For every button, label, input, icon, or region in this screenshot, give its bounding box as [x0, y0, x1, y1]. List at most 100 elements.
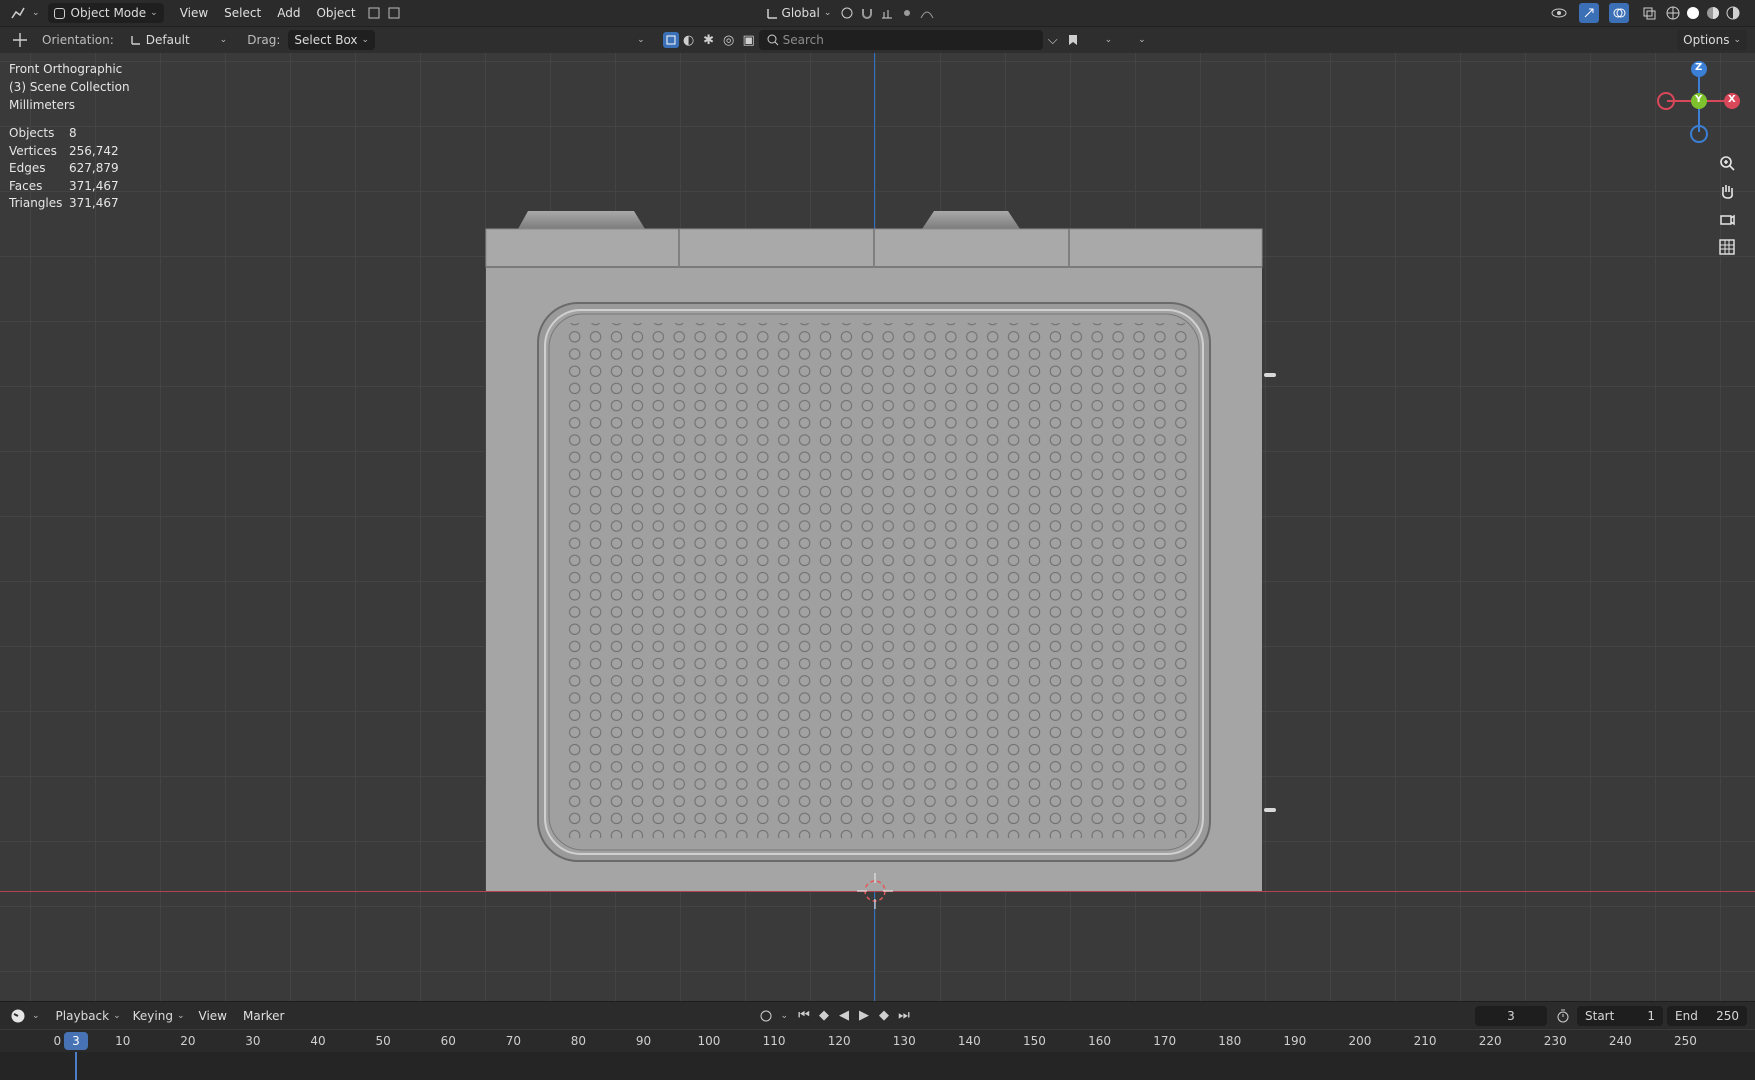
ruler-tick-label: 130 — [892, 1034, 916, 1048]
ruler-tick-label: 90 — [635, 1034, 652, 1048]
jump-start-icon[interactable]: ⏮ — [794, 1006, 814, 1026]
play-reverse-icon[interactable]: ◀ — [834, 1006, 854, 1026]
keying-label: Keying — [132, 1008, 173, 1023]
falloff-curve-icon[interactable] — [917, 3, 937, 23]
chevron-down-icon: ⌄ — [823, 8, 832, 18]
editor-type-chevron-icon[interactable]: ⌄ — [32, 8, 40, 18]
chevron-down-icon: ⌄ — [113, 1010, 121, 1021]
drag-dropdown[interactable]: Select Box ⌄ — [288, 30, 376, 50]
start-frame-field[interactable]: Start 1 — [1577, 1005, 1663, 1026]
navigation-gizmo[interactable]: Z Y X — [1654, 56, 1744, 146]
menu-add[interactable]: Add — [269, 6, 308, 20]
gizmo-y-label: Y — [1695, 94, 1703, 105]
chevron-down-icon[interactable]: ⌄ — [1105, 35, 1113, 45]
object-type-other-icon[interactable]: ▣ — [739, 30, 759, 50]
orientation-label: Global — [781, 6, 820, 20]
orientation-dropdown[interactable]: Default ⌄ — [120, 30, 233, 50]
prev-keyframe-icon[interactable]: ◆ — [814, 1006, 834, 1026]
auto-keying-icon[interactable] — [756, 1006, 776, 1026]
ruler-tick-label: 220 — [1478, 1034, 1502, 1048]
mesh-object[interactable] — [0, 53, 1755, 1001]
menu-select[interactable]: Select — [216, 6, 269, 20]
options-dropdown[interactable]: Options ⌄ — [1677, 30, 1747, 50]
ruler-tick-label: 20 — [180, 1034, 196, 1048]
object-type-camera-icon[interactable]: ◎ — [719, 30, 739, 50]
material-shading-icon[interactable] — [1703, 3, 1723, 23]
end-value: 250 — [1716, 1008, 1739, 1023]
editor-type-icon[interactable] — [8, 3, 28, 23]
ruler-ticks: 0 10 20 30 40 50 60 70 80 90 100 110 120 130 140 150 160… — [0, 1030, 1755, 1052]
chevron-down-icon: ⌄ — [219, 35, 228, 45]
gizmo-z-label: Z — [1695, 62, 1703, 73]
rendered-shading-icon[interactable] — [1723, 3, 1743, 23]
drag-label: Drag: — [247, 33, 281, 47]
menu-keying[interactable]: Keying ⌄ — [127, 1006, 191, 1026]
chevron-down-icon[interactable]: ⌄ — [780, 1011, 788, 1021]
gizmo-toggle-icon[interactable] — [1579, 3, 1599, 23]
snap-magnet-icon[interactable] — [857, 3, 877, 23]
pan-hand-icon[interactable] — [1714, 177, 1740, 205]
visibility-eye-icon[interactable] — [1549, 3, 1569, 23]
clock-editor-icon[interactable] — [8, 1006, 28, 1026]
chevron-down-icon[interactable]: ⌄ — [1138, 35, 1146, 45]
current-frame-field[interactable]: 3 — [1475, 1005, 1547, 1026]
snap-target-icon[interactable] — [877, 3, 897, 23]
pivot-point-icon[interactable] — [837, 3, 857, 23]
filter-chevron-icon[interactable]: ⌄ — [637, 35, 645, 45]
viewport-header: ⌄ Object Mode ⌄ View Select Add Object G… — [0, 0, 1755, 27]
overlays-toggle-icon[interactable] — [1609, 3, 1629, 23]
xray-toggle-icon[interactable] — [1639, 3, 1659, 23]
ruler-tick-label: 150 — [1023, 1034, 1046, 1048]
camera-view-icon[interactable] — [1714, 205, 1740, 233]
gizmo-x-label: X — [1728, 94, 1736, 105]
bookmark-icon[interactable] — [1063, 30, 1083, 50]
snap-settings-icon[interactable] — [384, 3, 404, 23]
viewport-nav-buttons — [1714, 149, 1740, 261]
jump-end-icon[interactable]: ⏭ — [894, 1006, 914, 1026]
drag-value: Select Box — [294, 33, 358, 47]
filter-icon[interactable]: ⌵ — [1043, 30, 1063, 50]
chevron-down-icon[interactable]: ⌄ — [32, 1011, 40, 1021]
ruler-tick-label: 0 — [53, 1034, 62, 1048]
transform-pivot-icon[interactable] — [364, 3, 384, 23]
mode-selector[interactable]: Object Mode ⌄ — [47, 3, 164, 23]
chevron-down-icon: ⌄ — [176, 1010, 185, 1021]
timeline-area[interactable]: 0 10 20 30 40 50 60 70 80 90 100 110 120 130 140 150 160… — [0, 1030, 1755, 1080]
end-frame-field[interactable]: End 250 — [1667, 1005, 1747, 1026]
playhead-indicator[interactable]: 3 — [64, 1032, 88, 1050]
object-type-light-icon[interactable]: ✱ — [699, 30, 719, 50]
zoom-icon[interactable] — [1714, 149, 1740, 177]
menu-object[interactable]: Object — [308, 6, 363, 20]
next-keyframe-icon[interactable]: ◆ — [874, 1006, 894, 1026]
menu-playback[interactable]: Playback ⌄ — [50, 1006, 127, 1026]
end-label: End — [1675, 1008, 1698, 1023]
ruler-tick-label: 40 — [310, 1034, 326, 1048]
select-mode-icon[interactable] — [662, 32, 679, 48]
ruler-tick-label: 190 — [1283, 1034, 1307, 1048]
wireframe-shading-icon[interactable] — [1663, 3, 1683, 23]
transform-orientation-selector[interactable]: Global ⌄ — [756, 3, 838, 23]
3d-viewport[interactable]: Front Orthographic (3) Scene Collection … — [0, 53, 1755, 1001]
ruler-tick-label: 160 — [1088, 1034, 1111, 1048]
options-label: Options — [1683, 33, 1730, 47]
ruler-tick-label: 70 — [505, 1034, 521, 1048]
playhead-line — [75, 1052, 77, 1080]
ruler-tick-label: 140 — [957, 1034, 981, 1048]
ruler-tick-label: 30 — [245, 1034, 261, 1048]
move-tool-icon — [10, 30, 30, 50]
timeline-header: ⌄ Playback ⌄ Keying ⌄ View Marker ⌄ ⏮ ◆ ◀ … — [0, 1001, 1755, 1029]
toggle-ortho-grid-icon[interactable] — [1714, 233, 1740, 261]
play-icon[interactable]: ▶ — [854, 1006, 874, 1026]
proportional-editing-icon[interactable] — [897, 3, 917, 23]
start-value: 1 — [1647, 1008, 1655, 1023]
chevron-down-icon: ⌄ — [361, 35, 370, 45]
menu-view[interactable]: View — [172, 6, 216, 20]
solid-shading-icon[interactable] — [1683, 3, 1703, 23]
top-clip-left — [518, 211, 645, 229]
search-field[interactable]: Search — [758, 30, 1043, 50]
stopwatch-icon[interactable] — [1553, 1006, 1573, 1026]
menu-marker[interactable]: Marker — [235, 1009, 292, 1023]
menu-view[interactable]: View — [191, 1009, 235, 1023]
start-label: Start — [1585, 1008, 1615, 1023]
object-type-mesh-icon[interactable]: ◐ — [679, 30, 699, 50]
